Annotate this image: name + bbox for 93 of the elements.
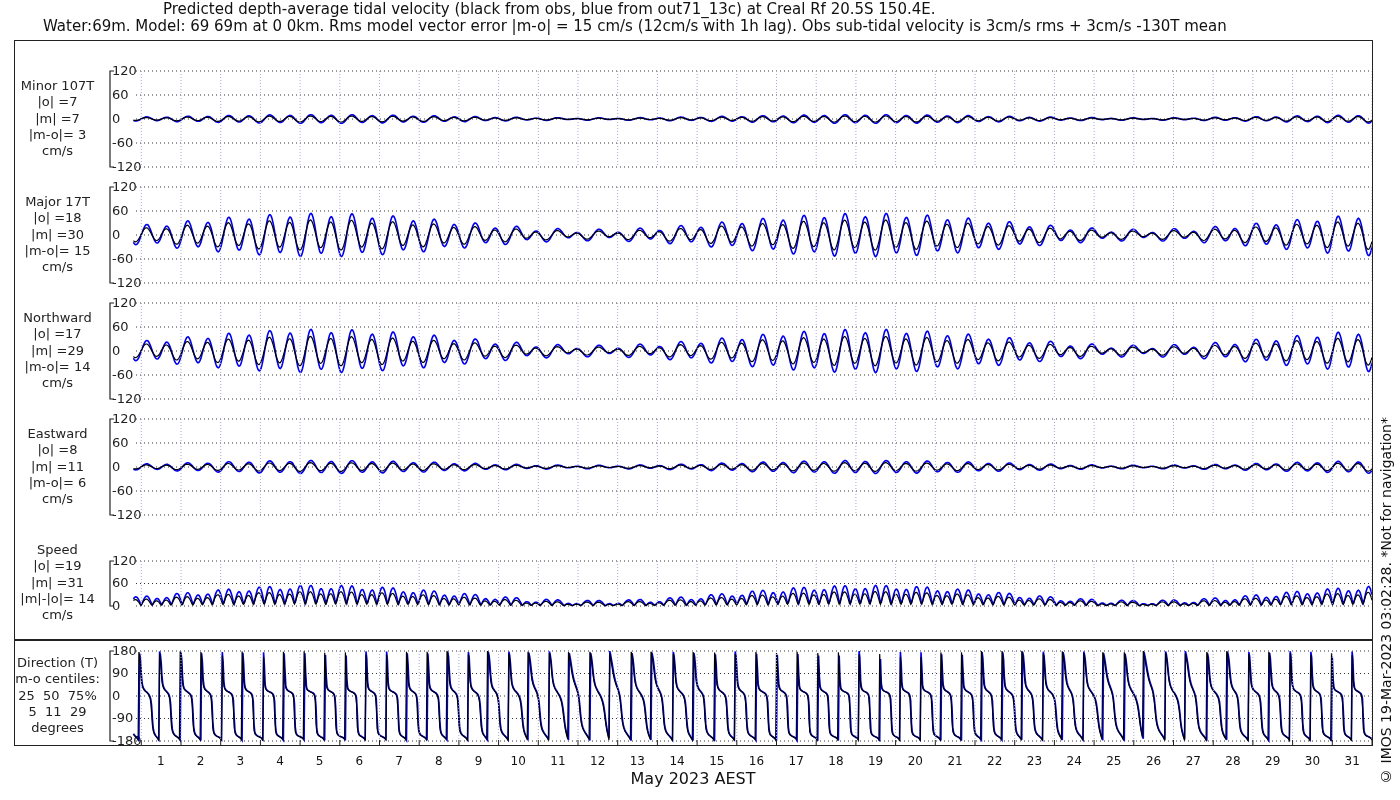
y-tick-label: -120 <box>112 274 142 289</box>
y-tick-label: 0 <box>112 226 121 242</box>
y-tick-label: 120 <box>112 62 137 78</box>
x-tick-label: 2 <box>196 753 205 770</box>
x-tick-label: 20 <box>907 753 923 770</box>
panel-label: |o| =18 <box>33 210 82 227</box>
x-tick-label: 31 <box>1344 753 1360 770</box>
panel-label: |o| =19 <box>33 558 82 575</box>
y-tick-label: 60 <box>112 202 129 218</box>
chart-title: Water:69m. Model: 69 69m at 0 0km. Rms model vector error |m-o| = 15 cm/s (12cm/s with 1h lag). Obs sub-tidal velocity is 3cm/s rms + 3cm/s -130T mean <box>42 18 1228 35</box>
y-tick-label: -120 <box>112 158 142 173</box>
y-tick-label: 120 <box>112 410 137 426</box>
x-tick-label: 10 <box>510 753 526 770</box>
panel-label: |m-o|= 3 <box>28 126 87 144</box>
panel-label: |m-o|= 14 <box>24 358 91 376</box>
panel-label: degrees <box>31 720 84 737</box>
x-tick-label: 23 <box>1026 753 1043 770</box>
x-tick-label: 6 <box>355 753 364 770</box>
panel-label: |m-o|= 15 <box>24 242 91 260</box>
panel-label: cm/s <box>42 143 73 160</box>
y-tick-label: 180 <box>112 642 137 658</box>
y-tick-label: 120 <box>112 294 137 310</box>
panel-label: |m| =7 <box>35 110 80 127</box>
panel-label: Speed <box>37 542 78 559</box>
copyright-notice: © IMOS 19-Mar-2023 03:02:28. *Not for navigation* <box>1377 417 1395 784</box>
x-tick-label: 28 <box>1225 753 1241 770</box>
panel-label: |o| =17 <box>33 326 82 343</box>
y-tick-label: 60 <box>112 318 129 334</box>
y-tick-label: 90 <box>112 665 129 680</box>
x-tick-label: 1 <box>157 753 165 770</box>
panel-label: Minor 107T <box>20 78 95 95</box>
x-tick-label: 12 <box>590 753 606 770</box>
y-tick-label: 60 <box>112 86 129 102</box>
y-tick-label: -60 <box>112 482 134 498</box>
y-tick-label: -60 <box>112 366 134 382</box>
y-tick-label: 0 <box>112 458 121 474</box>
panel-label: cm/s <box>42 607 73 624</box>
x-tick-label: 27 <box>1185 753 1201 770</box>
panel-label: |m| =11 <box>31 458 84 475</box>
panel-label: |m-o|= 6 <box>28 474 87 492</box>
y-tick-label: 0 <box>112 687 121 703</box>
y-tick-label: 120 <box>112 552 137 568</box>
x-tick-label: 18 <box>828 753 844 770</box>
y-tick-label: 120 <box>112 178 137 194</box>
x-tick-label: 22 <box>987 753 1003 770</box>
chart-title: Predicted depth-average tidal velocity (black from obs, blue from out71_13c) at Creal Rf 20.5S 150.4E. <box>162 1 937 18</box>
x-tick-label: 16 <box>748 753 765 770</box>
panel-label: Northward <box>23 310 92 327</box>
x-tick-label: 11 <box>550 753 566 770</box>
panel-label: Direction (T) <box>17 655 98 672</box>
y-tick-label: -120 <box>112 390 142 405</box>
x-tick-label: 7 <box>395 753 403 770</box>
panel-label: |m| =31 <box>31 574 84 591</box>
panel-label: |m|-|o|= 14 <box>20 590 95 608</box>
y-tick-label: 0 <box>112 597 121 613</box>
panel-label: |m| =29 <box>31 342 84 359</box>
x-tick-label: 26 <box>1145 753 1162 770</box>
y-tick-label: -90 <box>112 710 134 725</box>
y-tick-label: 60 <box>112 575 129 590</box>
y-tick-label: 0 <box>112 342 121 358</box>
y-tick-label: 0 <box>112 110 121 126</box>
panel-label: cm/s <box>42 375 73 392</box>
panel-label: cm/s <box>42 259 73 276</box>
x-tick-label: 4 <box>276 753 284 770</box>
panel-label: m-o centiles: <box>15 671 100 688</box>
x-tick-label: 15 <box>709 753 725 770</box>
x-tick-label: 19 <box>867 753 884 770</box>
panel-label: |o| =7 <box>37 94 78 111</box>
x-tick-label: 30 <box>1304 753 1321 770</box>
x-tick-label: 14 <box>669 753 685 770</box>
x-tick-label: 17 <box>788 753 804 770</box>
x-tick-label: 9 <box>474 753 483 770</box>
panel-label: Eastward <box>27 426 88 443</box>
x-tick-label: 8 <box>435 753 443 770</box>
panel-label: |o| =8 <box>37 442 78 459</box>
x-tick-label: 21 <box>947 753 963 770</box>
panel-label: cm/s <box>42 491 73 508</box>
x-tick-label: 13 <box>629 753 645 770</box>
x-axis-label: May 2023 AEST <box>630 770 756 788</box>
panel-label: 25 50 75% <box>18 687 97 704</box>
x-tick-label: 24 <box>1066 753 1082 770</box>
x-tick-label: 29 <box>1265 753 1281 770</box>
y-tick-label: -60 <box>112 134 134 150</box>
x-tick-label: 5 <box>315 753 324 770</box>
panel-label: 5 11 29 <box>28 703 87 721</box>
x-tick-label: 3 <box>236 753 245 770</box>
y-tick-label: 60 <box>112 434 129 450</box>
panel-label: Major 17T <box>25 194 90 211</box>
y-tick-label: -180 <box>112 732 142 745</box>
panel-label: |m| =30 <box>31 226 84 243</box>
x-tick-label: 25 <box>1106 753 1122 770</box>
y-tick-label: -120 <box>112 506 142 521</box>
y-tick-label: -60 <box>112 250 134 266</box>
